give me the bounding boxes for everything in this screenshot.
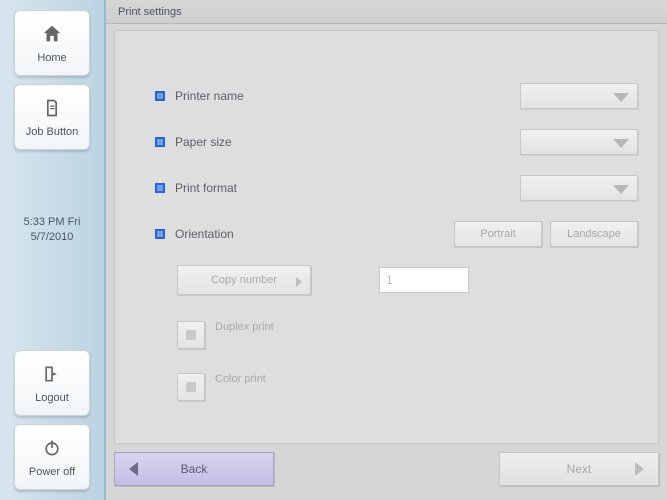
copy-number-button[interactable]: Copy number	[177, 265, 311, 295]
triangle-right-icon	[635, 462, 644, 476]
paper-size-dropdown[interactable]	[520, 129, 638, 155]
row-copy-number: Copy number	[155, 265, 638, 295]
row-printer-name: Printer name	[155, 81, 638, 111]
printer-name-label: Printer name	[175, 89, 375, 103]
checkbox-inner-icon	[186, 330, 196, 340]
chevron-down-icon	[613, 185, 629, 194]
datetime-display: 5:33 PM Fri 5/7/2010	[0, 215, 104, 246]
row-color: Color print	[177, 373, 638, 407]
triangle-left-icon	[129, 462, 138, 476]
time-line: 5:33 PM Fri	[0, 215, 104, 230]
orientation-label: Orientation	[175, 227, 375, 241]
power-icon	[40, 436, 64, 460]
duplex-checkbox[interactable]	[177, 321, 205, 349]
settings-panel: Printer name Paper size	[114, 30, 659, 444]
logout-label: Logout	[35, 392, 69, 404]
next-button[interactable]: Next	[499, 452, 659, 486]
row-print-format: Print format	[155, 173, 638, 203]
checkbox-inner-icon	[186, 382, 196, 392]
color-checkbox[interactable]	[177, 373, 205, 401]
bullet-icon	[155, 229, 165, 239]
date-line: 5/7/2010	[0, 230, 104, 245]
chevron-down-icon	[613, 93, 629, 102]
bullet-icon	[155, 183, 165, 193]
row-orientation: Orientation Portrait Landscape	[155, 219, 638, 249]
power-off-button[interactable]: Power off	[14, 424, 90, 490]
copy-number-button-label: Copy number	[211, 274, 277, 286]
print-format-dropdown[interactable]	[520, 175, 638, 201]
copy-number-input[interactable]	[379, 267, 469, 293]
logout-button[interactable]: Logout	[14, 350, 90, 416]
printer-name-dropdown[interactable]	[520, 83, 638, 109]
main-area: Print settings Printer name Paper size	[106, 0, 667, 500]
footer-nav: Back Next	[114, 452, 659, 492]
home-label: Home	[37, 52, 66, 64]
power-off-label: Power off	[29, 466, 75, 478]
logout-icon	[40, 362, 64, 386]
row-paper-size: Paper size	[155, 127, 638, 157]
job-button-label: Job Button	[26, 126, 79, 138]
landscape-button[interactable]: Landscape	[550, 221, 638, 247]
page-title: Print settings	[106, 0, 667, 24]
sidebar: Home Job Button 5:33 PM Fri 5/7/2010 Log…	[0, 0, 106, 500]
back-button[interactable]: Back	[114, 452, 274, 486]
duplex-label: Duplex print	[215, 321, 274, 333]
chevron-down-icon	[613, 139, 629, 148]
job-button[interactable]: Job Button	[14, 84, 90, 150]
next-label: Next	[567, 462, 592, 476]
portrait-button[interactable]: Portrait	[454, 221, 542, 247]
home-button[interactable]: Home	[14, 10, 90, 76]
color-label: Color print	[215, 373, 266, 385]
bullet-icon	[155, 91, 165, 101]
job-button-icon	[40, 96, 64, 120]
row-duplex: Duplex print	[177, 321, 638, 355]
paper-size-label: Paper size	[175, 135, 375, 149]
print-format-label: Print format	[175, 181, 375, 195]
back-label: Back	[181, 462, 208, 476]
triangle-right-icon	[296, 277, 302, 287]
bullet-icon	[155, 137, 165, 147]
home-icon	[40, 22, 64, 46]
